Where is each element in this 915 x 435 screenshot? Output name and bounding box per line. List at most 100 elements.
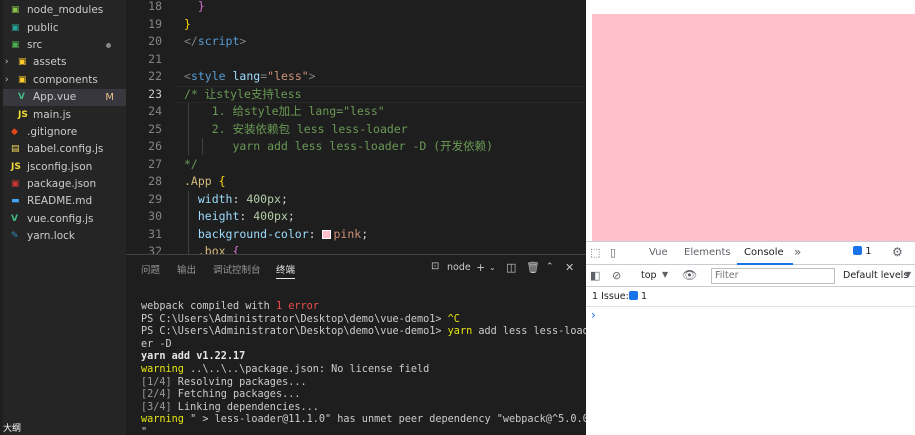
clear-console-icon[interactable]: ⊘ xyxy=(612,269,621,282)
tree-item-yarn-lock[interactable]: ✎ yarn.lock xyxy=(3,228,126,245)
add-terminal-icon[interactable]: + xyxy=(476,261,485,274)
tree-item-main-js[interactable]: JS main.js xyxy=(3,107,126,124)
git-file-icon: ◆ xyxy=(11,127,18,137)
code-line-19: } xyxy=(184,16,191,31)
tree-item-assets[interactable]: › ▣ assets xyxy=(3,54,126,71)
tree-item-label: main.js xyxy=(33,109,71,121)
chevron-right-icon[interactable]: › xyxy=(5,72,9,89)
tree-item-components[interactable]: › ▣ components xyxy=(3,72,126,89)
line-number: 32 xyxy=(148,244,162,254)
code-line-32: .box { xyxy=(184,244,240,254)
tab-debug-console[interactable]: 调试控制台 xyxy=(213,262,261,276)
terminal-line: PS C:\Users\Administrator\Desktop\demo\v… xyxy=(141,313,460,325)
code-line-27: */ xyxy=(184,156,198,171)
tree-item-jsconfig[interactable]: JS jsconfig.json xyxy=(3,159,126,176)
issues-badge-count: 1 xyxy=(641,291,648,302)
trash-icon[interactable]: 🗑 xyxy=(526,261,540,274)
code-line-31: background-color: pink; xyxy=(184,226,369,241)
tab-problems[interactable]: 问题 xyxy=(141,262,160,276)
line-number: 19 xyxy=(148,16,162,31)
console-prompt[interactable]: › xyxy=(591,308,596,322)
terminal-line: [3/4] Linking dependencies... xyxy=(141,401,319,413)
terminal-line: " xyxy=(141,427,148,435)
tree-item-label: vue.config.js xyxy=(27,213,94,225)
tab-elements[interactable]: Elements xyxy=(684,247,731,258)
explorer-sidebar: ▣ node_modules ▣ public ▣ src › ▣ assets… xyxy=(0,0,126,435)
tree-item-label: .gitignore xyxy=(27,126,78,138)
settings-gear-icon[interactable]: ⚙ xyxy=(892,245,903,259)
line-number: 20 xyxy=(148,34,162,48)
tree-item-src[interactable]: ▣ src xyxy=(3,37,126,54)
code-line-24: 1. 给style加上 lang="less" xyxy=(184,104,385,118)
tree-item-vue-config[interactable]: V vue.config.js xyxy=(3,211,126,228)
chevron-right-icon[interactable]: › xyxy=(5,54,9,71)
markdown-file-icon: ▬ xyxy=(11,196,20,206)
outline-section-label[interactable]: 大纲 xyxy=(3,421,21,434)
line-number: 21 xyxy=(148,51,162,66)
tree-item-label: package.json xyxy=(27,178,97,190)
vue-file-icon: V xyxy=(18,92,25,102)
tree-item-readme[interactable]: ▬ README.md xyxy=(3,193,126,210)
line-number-current: 23 xyxy=(148,86,162,101)
tab-console[interactable]: Console xyxy=(744,247,784,258)
tree-item-label: jsconfig.json xyxy=(27,161,93,173)
terminal-line: yarn add v1.22.17 xyxy=(141,351,246,363)
code-line-26: yarn add less less-loader -D (开发依赖) xyxy=(184,139,494,153)
issue-icon xyxy=(853,246,862,255)
code-line-23: /* 让style支持less xyxy=(184,86,302,101)
line-number: 27 xyxy=(148,156,162,171)
code-line-20: </script> xyxy=(184,34,247,48)
modified-dot-icon xyxy=(106,43,111,48)
tab-vue[interactable]: Vue xyxy=(649,247,668,258)
screen: ▣ node_modules ▣ public ▣ src › ▣ assets… xyxy=(0,0,915,435)
chevron-down-icon[interactable]: ▼ xyxy=(662,270,668,279)
code-editor[interactable]: 18 19 20 21 22 23 24 25 26 27 28 29 30 3… xyxy=(126,0,586,254)
line-number: 30 xyxy=(148,209,162,223)
terminal-line: PS C:\Users\Administrator\Desktop\demo\v… xyxy=(141,326,586,338)
close-icon[interactable]: ✕ xyxy=(565,261,574,274)
yarn-file-icon: ✎ xyxy=(11,231,19,241)
chevron-up-icon[interactable]: ⌃ xyxy=(546,262,554,272)
npm-file-icon: ▣ xyxy=(11,179,20,189)
split-terminal-icon[interactable]: ◫ xyxy=(506,261,516,274)
chevron-down-icon[interactable]: ⌄ xyxy=(489,263,496,272)
issues-row[interactable]: 1 Issue: 1 xyxy=(586,287,915,307)
tree-item-label: yarn.lock xyxy=(27,230,75,242)
console-filter-input[interactable]: Filter xyxy=(711,268,835,284)
context-selector[interactable]: top xyxy=(641,270,657,281)
tree-item-babel-config[interactable]: ▤ babel.config.js xyxy=(3,141,126,158)
line-number: 28 xyxy=(148,174,162,188)
bottom-panel: 问题 输出 调试控制台 终端 ⊡ node + ⌄ ◫ 🗑 ⌃ ✕ webpac… xyxy=(126,254,586,435)
eye-icon[interactable]: 👁 xyxy=(682,268,697,282)
tree-item-app-vue[interactable]: V App.vue M xyxy=(3,89,126,106)
line-number: 22 xyxy=(148,69,162,83)
terminal-shell-icon: ⊡ xyxy=(431,261,440,272)
inspect-element-icon[interactable]: ⬚ xyxy=(590,246,600,259)
tree-item-public[interactable]: ▣ public xyxy=(3,20,126,37)
line-number: 24 xyxy=(148,104,162,118)
git-modified-badge: M xyxy=(105,92,114,103)
tree-item-package-json[interactable]: ▣ package.json xyxy=(3,176,126,193)
tree-item-label: assets xyxy=(33,56,67,68)
tree-item-label: components xyxy=(33,74,98,86)
assets-folder-icon: ▣ xyxy=(18,57,27,67)
code-line-18: } xyxy=(197,0,205,13)
devtools-tab-bar: ⬚ ▯ Vue Elements Console » 1 ⚙ xyxy=(586,242,915,265)
tab-terminal[interactable]: 终端 xyxy=(276,262,296,279)
color-swatch-icon[interactable] xyxy=(322,229,332,239)
terminal-name[interactable]: node xyxy=(447,262,471,273)
chevron-down-icon[interactable]: ▼ xyxy=(905,270,911,279)
more-tabs-icon[interactable]: » xyxy=(794,245,801,259)
sidebar-toggle-icon[interactable]: ◧ xyxy=(590,269,600,282)
tree-item-gitignore[interactable]: ◆ .gitignore xyxy=(3,124,126,141)
tab-output[interactable]: 输出 xyxy=(177,262,196,276)
terminal-line: warning ..\..\..\package.json: No licens… xyxy=(141,364,430,375)
device-toolbar-icon[interactable]: ▯ xyxy=(610,246,616,259)
src-folder-icon: ▣ xyxy=(11,40,20,50)
tree-item-node-modules[interactable]: ▣ node_modules xyxy=(3,2,126,19)
log-levels-dropdown[interactable]: Default levels xyxy=(843,270,908,281)
tree-item-label: node_modules xyxy=(27,4,104,16)
issues-counter-button[interactable]: 1 xyxy=(853,246,872,257)
terminal-line: er -D xyxy=(141,338,172,350)
code-line-22: <style lang="less"> xyxy=(184,69,316,83)
